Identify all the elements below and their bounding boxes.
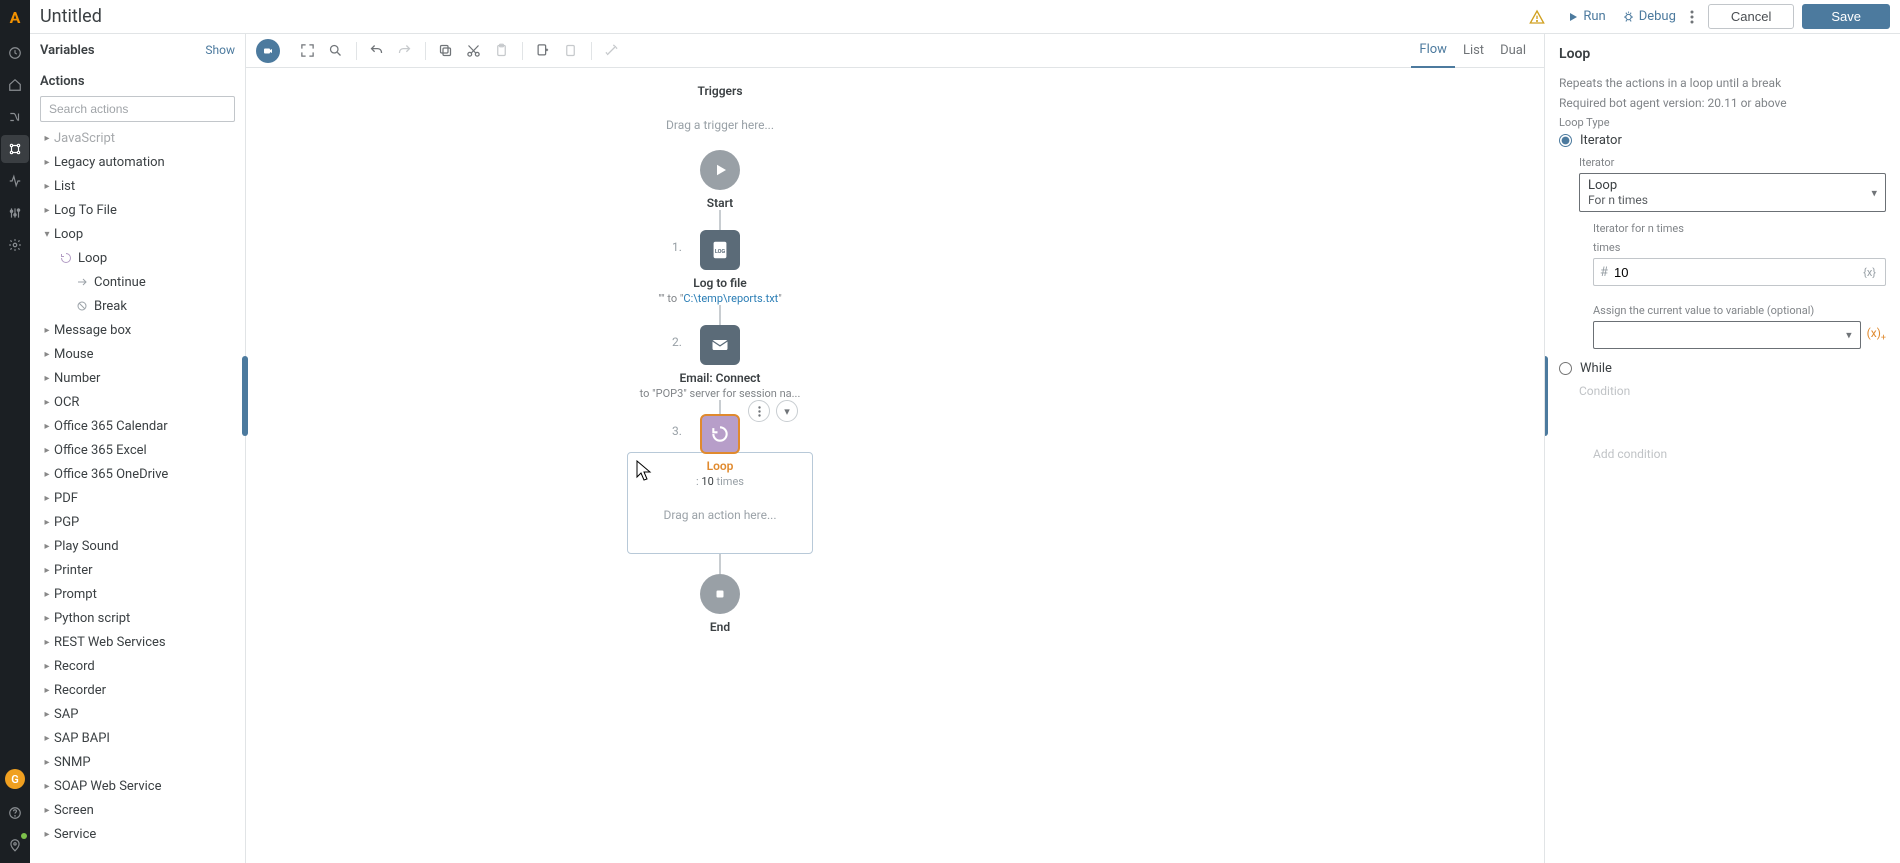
step2-title: Email: Connect [680, 371, 761, 385]
left-panel: Variables Show Actions JavaScript Legacy… [30, 34, 246, 863]
while-radio[interactable] [1559, 362, 1572, 375]
props-desc: Repeats the actions in a loop until a br… [1559, 76, 1886, 90]
variables-show-link[interactable]: Show [205, 43, 235, 57]
email-connect-node[interactable] [700, 325, 740, 365]
node-collapse-icon[interactable]: ▾ [776, 400, 798, 422]
rail-item-activity[interactable] [1, 167, 29, 195]
tree-item-continue[interactable]: Continue [30, 270, 245, 294]
iterator-radio[interactable] [1559, 134, 1572, 147]
loop-container[interactable]: Loop : 10 times Drag an action here... [627, 452, 813, 554]
rail-item-flow[interactable] [1, 103, 29, 131]
times-input-wrap[interactable]: # {x} [1593, 258, 1886, 286]
actions-title: Actions [30, 66, 245, 96]
snippet-icon [557, 38, 583, 64]
rail-item-help[interactable] [1, 799, 29, 827]
header-overflow-menu[interactable] [1690, 10, 1694, 24]
iterator-select[interactable]: Loop For n times [1579, 173, 1886, 212]
undo-icon[interactable] [363, 38, 389, 64]
iterator-label: Iterator [1579, 156, 1886, 169]
copy-icon[interactable] [432, 38, 458, 64]
rail-item-bots[interactable] [1, 135, 29, 163]
tab-flow[interactable]: Flow [1411, 34, 1455, 68]
end-node[interactable] [700, 574, 740, 614]
end-label: End [710, 620, 730, 634]
fit-icon[interactable] [294, 38, 320, 64]
cut-icon[interactable] [460, 38, 486, 64]
paste-icon [488, 38, 514, 64]
start-label: Start [707, 196, 733, 210]
right-panel-resize-handle[interactable] [1544, 356, 1548, 436]
create-variable-icon[interactable]: (x)+ [1867, 326, 1886, 343]
left-panel-resize-handle[interactable] [242, 356, 248, 436]
rail-item-tune[interactable] [1, 199, 29, 227]
redo-icon [391, 38, 417, 64]
log-to-file-node[interactable]: LOG [700, 230, 740, 270]
loop-title: Loop [707, 459, 734, 473]
tab-dual[interactable]: Dual [1492, 34, 1534, 68]
properties-panel: Loop Repeats the actions in a loop until… [1544, 34, 1900, 863]
user-avatar[interactable]: G [5, 769, 25, 789]
snippet-add-icon[interactable] [529, 38, 555, 64]
variable-picker-icon[interactable]: {x} [1860, 265, 1879, 280]
rail-item-home[interactable] [1, 71, 29, 99]
loop-subtitle: : 10 times [696, 475, 744, 488]
start-node[interactable] [700, 150, 740, 190]
variables-title: Variables [40, 43, 95, 58]
step-number: 2. [672, 335, 682, 349]
app-logo-icon: A [10, 8, 21, 27]
tab-list[interactable]: List [1455, 34, 1492, 68]
loop-type-label: Loop Type [1559, 116, 1886, 129]
record-button[interactable] [256, 39, 280, 63]
props-required-version: Required bot agent version: 20.11 or abo… [1559, 96, 1886, 110]
rail-item-settings[interactable] [1, 231, 29, 259]
radio-iterator[interactable]: Iterator [1559, 133, 1886, 148]
actions-tree[interactable]: JavaScript Legacy automation List Log To… [30, 126, 245, 863]
times-label: times [1593, 241, 1886, 254]
step-number: 1. [672, 240, 682, 254]
step1-title: Log to file [693, 276, 746, 290]
loop-dropzone[interactable]: Drag an action here... [664, 508, 777, 522]
canvas-toolbar: Flow List Dual [246, 34, 1544, 68]
file-title: Untitled [40, 6, 102, 27]
node-menu-icon[interactable] [748, 400, 770, 422]
cancel-button[interactable]: Cancel [1708, 4, 1794, 29]
app-header: Untitled Run Debug Cancel Save [30, 0, 1900, 34]
tree-item-loop[interactable]: Loop [30, 246, 245, 270]
triggers-header: Triggers [610, 84, 830, 98]
tree-item-break[interactable]: Break [30, 294, 245, 318]
loop-node[interactable] [700, 414, 740, 454]
rail-item-dashboard[interactable] [1, 39, 29, 67]
search-icon[interactable] [322, 38, 348, 64]
iterator-for-n-label: Iterator for n times [1593, 222, 1886, 235]
wand-icon [598, 38, 624, 64]
radio-while[interactable]: While [1559, 361, 1886, 376]
step2-caption: to "POP3" server for session na... [640, 387, 801, 400]
props-title: Loop [1559, 46, 1886, 62]
nav-rail: A G [0, 0, 30, 863]
run-button[interactable]: Run [1567, 9, 1605, 24]
step-number: 3. [672, 424, 682, 438]
warning-icon[interactable] [1529, 9, 1545, 25]
rail-item-location[interactable] [1, 831, 29, 859]
hash-icon: # [1600, 265, 1608, 280]
add-condition-button: Add condition [1593, 447, 1667, 461]
times-input[interactable] [1614, 265, 1854, 280]
actions-search-input[interactable] [40, 96, 235, 122]
assign-variable-select[interactable] [1593, 321, 1861, 349]
debug-button[interactable]: Debug [1622, 9, 1676, 24]
condition-label: Condition [1579, 384, 1630, 398]
trigger-dropzone[interactable]: Drag a trigger here... [610, 118, 830, 132]
assign-label: Assign the current value to variable (op… [1593, 304, 1886, 317]
flow-canvas: Flow List Dual Triggers Drag a trigger h… [246, 34, 1544, 863]
step1-caption: "" to "C:\temp\reports.txt" [658, 292, 782, 305]
save-button[interactable]: Save [1802, 4, 1890, 29]
svg-text:LOG: LOG [715, 249, 726, 255]
